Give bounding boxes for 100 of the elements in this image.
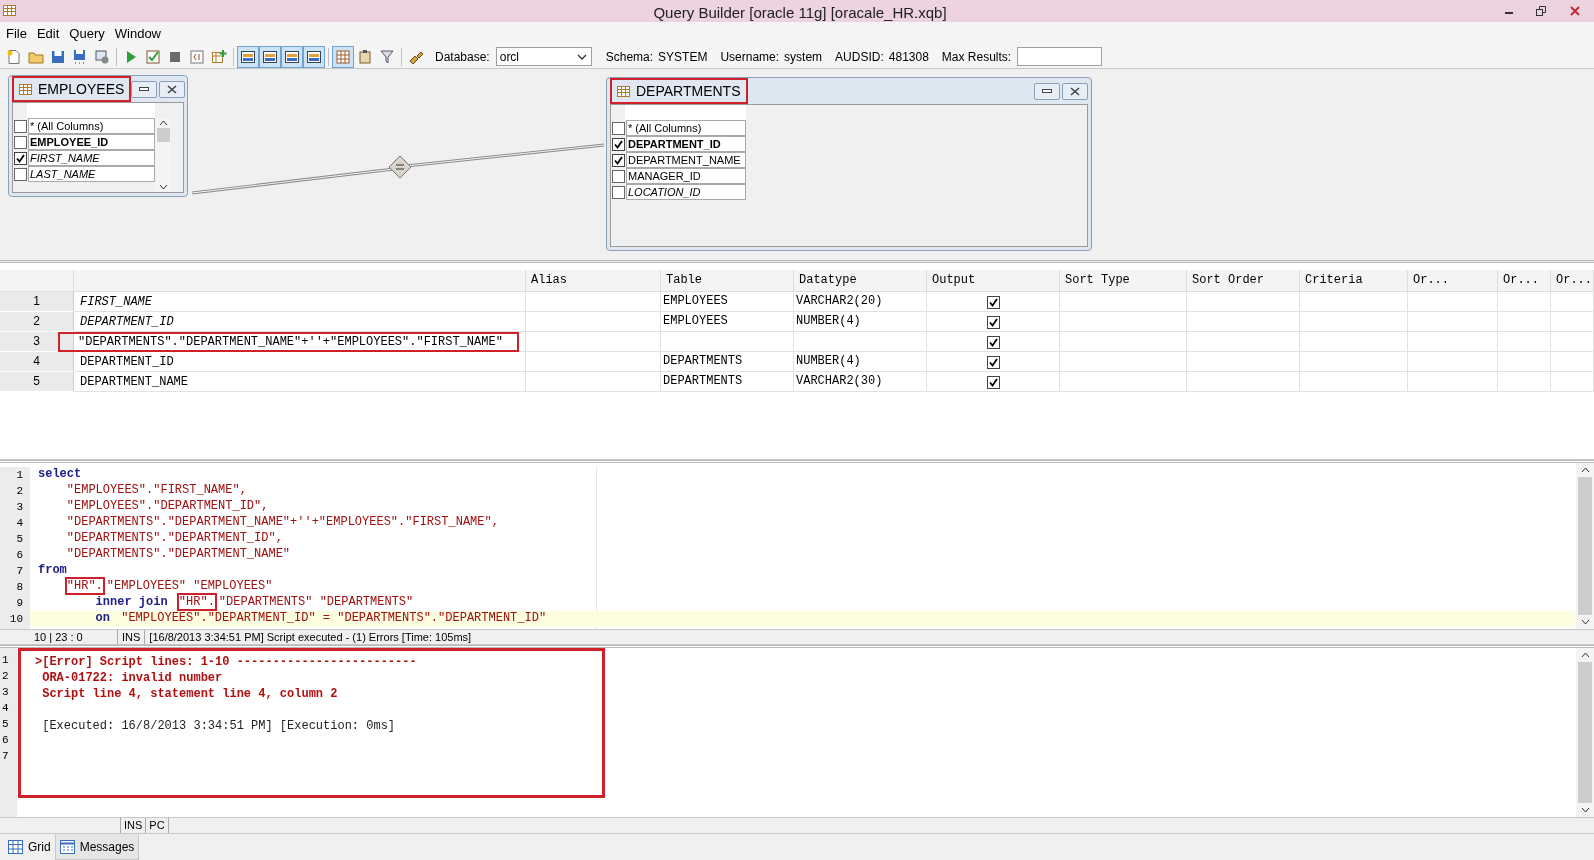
- close-button[interactable]: [159, 80, 186, 98]
- toolbar-button[interactable]: [281, 45, 303, 68]
- code-line: from: [37, 563, 68, 579]
- row-header[interactable]: 5: [0, 372, 74, 392]
- status-item: PC: [146, 818, 169, 833]
- scrollbar[interactable]: [1576, 648, 1594, 817]
- row-header[interactable]: 3: [0, 332, 74, 352]
- checkbox-checked-icon[interactable]: [612, 137, 625, 151]
- tab[interactable]: Messages: [54, 834, 140, 860]
- tab[interactable]: Grid: [4, 834, 55, 860]
- column-header[interactable]: Table: [661, 270, 794, 291]
- info-label: Username:: [720, 48, 780, 66]
- database-dropdown[interactable]: orcl: [495, 47, 592, 66]
- checkbox-checked-icon[interactable]: [987, 355, 1000, 369]
- column-header[interactable]: Or...: [1498, 270, 1551, 291]
- close-icon: [167, 84, 178, 94]
- checkbox-checked-icon[interactable]: [612, 153, 625, 167]
- scroll-thumb[interactable]: [156, 128, 170, 142]
- column-header[interactable]: Output: [927, 270, 1060, 291]
- message-line: [Executed: 16/8/2013 3:34:51 PM] [Execution: 0ms]: [41, 719, 396, 733]
- row-header[interactable]: 4: [0, 352, 74, 372]
- row-header[interactable]: 2: [0, 312, 74, 332]
- insert-mode: INS: [118, 630, 146, 644]
- checkbox-icon[interactable]: [612, 169, 625, 183]
- line-number: 6: [15, 548, 24, 563]
- code-line: "DEPARTMENTS"."DEPARTMENT_NAME": [65, 547, 292, 563]
- line-number: 5: [1, 717, 10, 732]
- scroll-thumb[interactable]: [1578, 662, 1592, 803]
- status-item: INS: [121, 818, 147, 833]
- scroll-thumb[interactable]: [1578, 477, 1592, 615]
- column-header[interactable]: Criteria: [1300, 270, 1408, 291]
- table-cell: EMPLOYEES: [663, 294, 728, 308]
- scroll-up-icon: [158, 120, 168, 126]
- max-results-field[interactable]: [1017, 47, 1103, 66]
- checkbox-checked-icon[interactable]: [987, 375, 1000, 389]
- column-header[interactable]: Sort Type: [1060, 270, 1187, 291]
- app-icon: [2, 3, 18, 19]
- menu-item[interactable]: Window: [110, 23, 165, 44]
- table-window[interactable]: EMPLOYEES * (All Columns) EMPLOYEE_ID FIRST_NAME LAST_NAME: [8, 75, 188, 197]
- column-header[interactable]: Or...: [1408, 270, 1498, 291]
- column-header[interactable]: Alias: [526, 270, 661, 291]
- checkbox-icon[interactable]: [14, 119, 27, 133]
- close-button[interactable]: [1062, 82, 1088, 100]
- toolbar-button[interactable]: [237, 45, 259, 68]
- column-header[interactable]: Or...: [1551, 270, 1594, 291]
- message-line: >[Error] Script lines: 1-10 -------------------------: [35, 655, 417, 669]
- line-number: 8: [15, 580, 24, 595]
- column-header[interactable]: Datatype: [794, 270, 927, 291]
- filter-icon: [379, 48, 395, 65]
- scrollbar[interactable]: [1576, 463, 1594, 629]
- column-item[interactable]: FIRST_NAME: [28, 150, 155, 166]
- restore-icon: [1536, 6, 1546, 16]
- line-number: 9: [15, 596, 24, 611]
- table-cell: VARCHAR2(20): [796, 294, 883, 308]
- scrollbar[interactable]: [155, 118, 171, 192]
- message-line: Script line 4, statement line 4, column 2: [41, 687, 338, 701]
- checkbox-checked-icon[interactable]: [987, 315, 1000, 329]
- row-header[interactable]: 1: [0, 292, 74, 312]
- code-line: "DEPARTMENTS"."DEPARTMENT_NAME"+''+"EMPLOYEES"."FIRST_NAME",: [65, 515, 500, 531]
- table-cell: DEPARTMENTS: [663, 374, 743, 388]
- panel-layout-icon: [306, 48, 322, 65]
- code-line: "DEPARTMENTS"."DEPARTMENT_ID",: [65, 531, 284, 547]
- column-item[interactable]: LAST_NAME: [28, 166, 155, 182]
- table-cell-text: FIRST_NAME: [79, 294, 153, 311]
- window-title: Query Builder [oracle 11g] [oracale_HR.xqb]: [652, 3, 948, 23]
- menu-item[interactable]: Edit: [32, 23, 64, 44]
- column-item[interactable]: DEPARTMENT_NAME: [626, 152, 746, 168]
- close-icon: [1570, 6, 1580, 16]
- column-item[interactable]: MANAGER_ID: [626, 168, 746, 184]
- checkbox-icon[interactable]: [612, 121, 625, 135]
- line-number: 1: [15, 468, 24, 483]
- checkbox-icon[interactable]: [612, 185, 625, 199]
- checkbox-icon[interactable]: [14, 135, 27, 149]
- line-number: 5: [15, 532, 24, 547]
- minimize-icon: [139, 87, 150, 91]
- toolbar-button[interactable]: [259, 45, 281, 68]
- table-window[interactable]: DEPARTMENTS * (All Columns) DEPARTMENT_ID DEPARTMENT_NAME MANAGER_ID LOCATION_ID: [606, 77, 1092, 251]
- column-header[interactable]: Sort Order: [1187, 270, 1300, 291]
- minimize-button[interactable]: [131, 80, 158, 98]
- checkbox-icon[interactable]: [14, 167, 27, 181]
- menu-item[interactable]: File: [2, 23, 31, 44]
- table-title: DEPARTMENTS: [610, 78, 748, 104]
- scroll-up-icon: [1580, 652, 1590, 658]
- column-item[interactable]: DEPARTMENT_ID: [626, 136, 746, 152]
- toolbar-button[interactable]: [303, 45, 325, 68]
- new-file-icon: [6, 48, 22, 65]
- panel-layout-icon: [240, 48, 256, 65]
- column-item[interactable]: * (All Columns): [626, 120, 746, 136]
- line-number: 4: [15, 516, 24, 531]
- checkbox-checked-icon[interactable]: [987, 335, 1000, 349]
- line-number: 10: [8, 612, 24, 627]
- column-item[interactable]: LOCATION_ID: [626, 184, 746, 200]
- table-cell: DEPARTMENTS: [663, 354, 743, 368]
- table-cell: EMPLOYEES: [663, 314, 728, 328]
- minimize-button[interactable]: [1034, 82, 1060, 100]
- menu-item[interactable]: Query: [65, 23, 109, 44]
- column-item[interactable]: EMPLOYEE_ID: [28, 134, 155, 150]
- column-item[interactable]: * (All Columns): [28, 118, 155, 134]
- checkbox-checked-icon[interactable]: [987, 295, 1000, 309]
- checkbox-checked-icon[interactable]: [14, 151, 27, 165]
